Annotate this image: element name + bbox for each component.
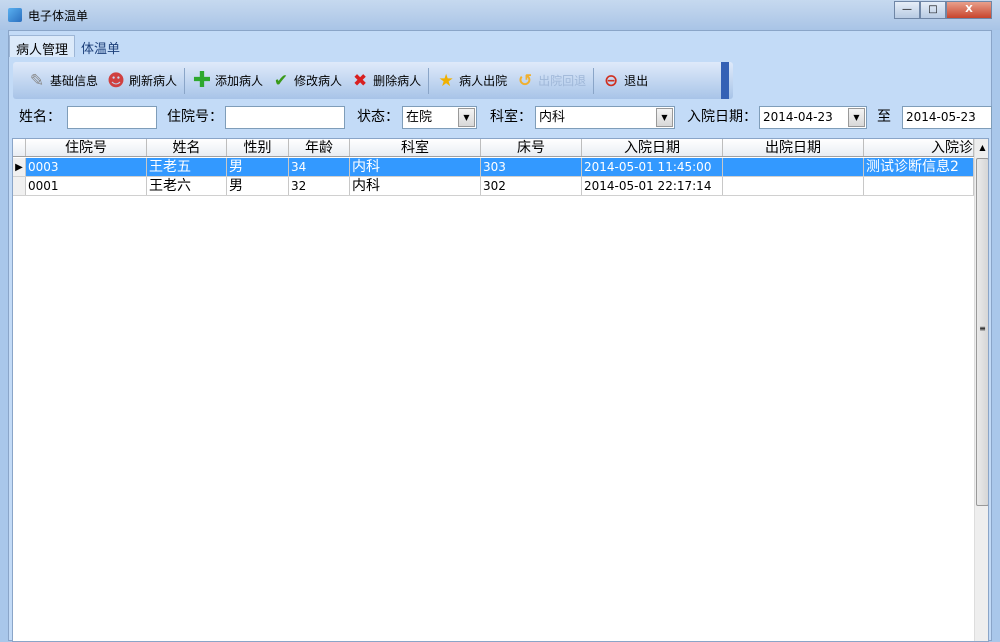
toolbar-overflow-button[interactable]	[721, 62, 729, 99]
column-header[interactable]: 出院日期	[723, 139, 864, 156]
table-cell[interactable]: 2014-05-01 22:17:14	[582, 177, 723, 195]
table-cell[interactable]: 34	[289, 158, 350, 176]
vertical-scrollbar[interactable]: ▲ ≡	[974, 139, 988, 641]
status-value: 在院	[406, 110, 433, 125]
chevron-down-icon[interactable]: ▼	[848, 108, 865, 127]
undo-icon: ↺	[517, 70, 533, 91]
row-header-corner	[13, 139, 26, 156]
discharge-patient-button[interactable]: ★ 病人出院	[432, 66, 511, 96]
delete-patient-button[interactable]: ✖ 删除病人	[346, 66, 425, 96]
table-cell[interactable]	[723, 158, 864, 176]
table-cell[interactable]	[864, 177, 974, 195]
column-header[interactable]: 姓名	[147, 139, 227, 156]
tab-patient-management[interactable]: 病人管理	[9, 35, 76, 58]
check-icon: ✔	[273, 70, 289, 91]
column-header[interactable]: 入院日期	[582, 139, 723, 156]
add-patient-button[interactable]: ✚ 添加病人	[188, 66, 267, 96]
status-select[interactable]: 在院 ▼	[402, 106, 477, 129]
basic-info-button[interactable]: ✎ 基础信息	[23, 66, 102, 96]
table-cell[interactable]: 302	[481, 177, 582, 195]
table-cell[interactable]: 王老五	[147, 158, 227, 176]
column-header[interactable]: 性别	[227, 139, 289, 156]
to-label: 至	[877, 109, 891, 125]
row-selector[interactable]	[13, 177, 26, 195]
chevron-down-icon[interactable]: ▼	[458, 108, 475, 127]
table-cell[interactable]: 2014-05-01 11:45:00	[582, 158, 723, 176]
toolbar: ✎ 基础信息 ☻ 刷新病人 ✚ 添加病人 ✔ 修改病人 ✖ 删除病人 ★ 病人出院 ↺ 出院回…	[13, 62, 733, 99]
table-row[interactable]: 0001 王老六男 32 内科 302 2014-05-01 22:17:14	[13, 177, 974, 196]
row-selector[interactable]: ▶	[13, 158, 26, 176]
dept-value: 内科	[539, 110, 566, 125]
table-cell[interactable]: 测试诊断信息2	[864, 158, 974, 176]
table-cell[interactable]: 男	[227, 158, 289, 176]
exit-button[interactable]: ⊖ 退出	[597, 66, 652, 96]
person-walk-icon: ★	[438, 70, 454, 91]
app-icon	[8, 8, 22, 22]
grid-header: 住院号 姓名 性别 年龄 科室 床号 入院日期 出院日期 入院诊	[13, 139, 974, 157]
exit-icon: ⊖	[603, 70, 619, 91]
dept-label: 科室：	[490, 109, 532, 125]
discharge-undo-button[interactable]: ↺ 出院回退	[511, 66, 590, 96]
main-panel: 病人管理 体温单 ✎ 基础信息 ☻ 刷新病人 ✚ 添加病人 ✔ 修改病人 ✖ 删除病人 ★…	[8, 30, 993, 642]
table-cell[interactable]: 32	[289, 177, 350, 195]
separator	[184, 67, 186, 94]
table-row[interactable]: ▶ 0003 王老五男 34 内科 303 2014-05-01 11:45:00 测试诊断信…	[13, 158, 974, 177]
separator	[428, 67, 430, 94]
plus-icon: ✚	[192, 68, 212, 93]
maximize-button[interactable]: □	[920, 1, 946, 19]
tools-icon: ✎	[29, 70, 45, 91]
minimize-button[interactable]: —	[894, 1, 920, 19]
close-button[interactable]: X	[946, 1, 992, 19]
scrollbar-thumb[interactable]: ≡	[976, 158, 988, 506]
scroll-up-icon[interactable]: ▲	[975, 139, 988, 156]
chevron-down-icon[interactable]: ▼	[656, 108, 673, 127]
admission-no-label: 住院号：	[167, 109, 223, 125]
dept-select[interactable]: 内科 ▼	[535, 106, 675, 129]
edit-patient-button[interactable]: ✔ 修改病人	[267, 66, 346, 96]
delete-icon: ✖	[352, 70, 368, 91]
table-cell[interactable]: 303	[481, 158, 582, 176]
date-to-picker[interactable]: 2014-05-23	[902, 106, 992, 129]
name-label: 姓名：	[19, 109, 61, 125]
status-label: 状态：	[357, 109, 399, 125]
table-cell[interactable]: 内科	[350, 158, 481, 176]
name-input[interactable]	[67, 106, 157, 129]
table-cell[interactable]	[723, 177, 864, 195]
filter-bar: 姓名： 住院号： 状态： 在院 ▼ 科室： 内科 ▼ 入院日期： 2014-04-2…	[9, 104, 993, 130]
date-from-value: 2014-04-23	[763, 110, 833, 124]
separator	[593, 67, 595, 94]
column-header[interactable]: 科室	[350, 139, 481, 156]
column-header[interactable]: 床号	[481, 139, 582, 156]
table-cell[interactable]: 王老六	[147, 177, 227, 195]
tab-temperature-chart[interactable]: 体温单	[75, 35, 126, 57]
title-bar: 电子体温单 — □ X	[0, 0, 1000, 30]
date-from-picker[interactable]: 2014-04-23 ▼	[759, 106, 867, 129]
window-title: 电子体温单	[28, 9, 89, 23]
column-header[interactable]: 入院诊	[864, 139, 974, 156]
admission-no-input[interactable]	[225, 106, 345, 129]
table-cell[interactable]: 0003	[26, 158, 147, 176]
admission-date-label: 入院日期：	[687, 109, 757, 125]
table-cell[interactable]: 男	[227, 177, 289, 195]
column-header[interactable]: 年龄	[289, 139, 350, 156]
table-cell[interactable]: 0001	[26, 177, 147, 195]
refresh-patients-button[interactable]: ☻ 刷新病人	[102, 66, 181, 96]
column-header[interactable]: 住院号	[26, 139, 147, 156]
patient-grid: 住院号 姓名 性别 年龄 科室 床号 入院日期 出院日期 入院诊 ▶ 0003 王老五男 34 内科 30…	[12, 138, 989, 642]
table-cell[interactable]: 内科	[350, 177, 481, 195]
users-icon: ☻	[107, 70, 125, 91]
